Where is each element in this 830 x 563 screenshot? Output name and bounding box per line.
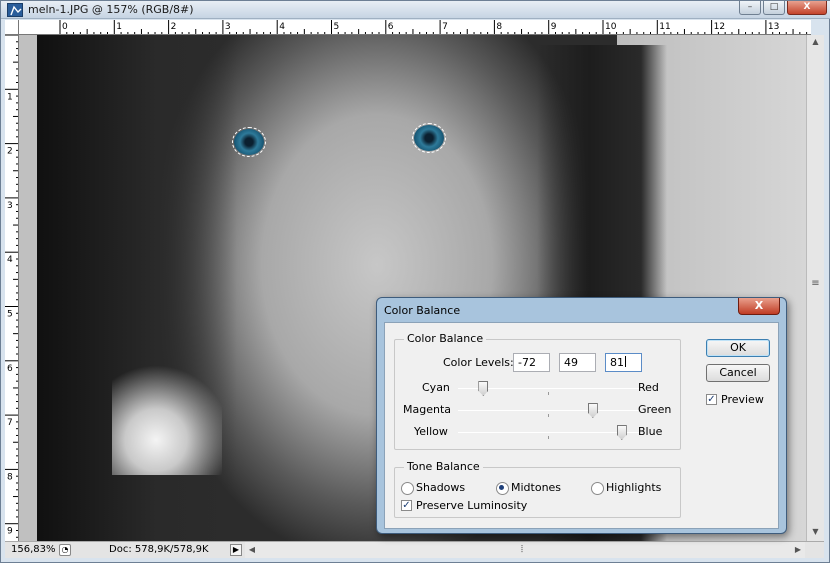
vertical-scrollbar[interactable]: ▲ ≡ ▼ — [806, 35, 824, 541]
yellow-blue-slider-row: Yellow Blue — [395, 422, 682, 442]
scroll-up-icon[interactable]: ▲ — [807, 35, 824, 49]
ruler-label: 4 — [279, 22, 285, 32]
blue-label: Blue — [638, 425, 663, 438]
yellow-blue-track[interactable] — [458, 432, 639, 433]
ruler-label: 13 — [768, 22, 779, 32]
ruler-label: 1 — [7, 92, 13, 102]
cyan-red-slider-thumb[interactable] — [478, 381, 489, 396]
ruler-label: 11 — [659, 22, 670, 32]
cyan-red-slider-row: Cyan Red — [395, 378, 682, 398]
ruler-label: 8 — [496, 22, 502, 32]
maximize-button[interactable]: □ — [763, 1, 785, 15]
ruler-label: 9 — [551, 22, 557, 32]
window-title: meln-1.JPG @ 157% (RGB/8#) — [28, 3, 194, 16]
color-levels-label: Color Levels: — [443, 356, 514, 369]
left-eye-selection — [232, 127, 266, 157]
ruler-label: 12 — [714, 22, 725, 32]
scroll-thumb-icon[interactable]: ≡ — [807, 277, 824, 291]
preview-checkbox[interactable]: ✓ Preview — [706, 393, 764, 406]
red-label: Red — [638, 381, 659, 394]
ok-button[interactable]: OK — [706, 339, 770, 357]
minimize-button[interactable]: – — [739, 1, 761, 15]
ruler-label: 2 — [171, 22, 177, 32]
photoshop-icon — [7, 3, 23, 17]
text-caret — [625, 356, 626, 367]
ruler-label: 10 — [605, 22, 617, 32]
minimize-icon: – — [747, 2, 753, 12]
ruler-label: 3 — [7, 201, 13, 211]
cyan-red-level-field[interactable]: -72 — [513, 353, 550, 372]
ruler-label: 1 — [116, 22, 122, 32]
color-balance-dialog: Color Balance X Color Balance Color Leve… — [376, 297, 787, 534]
h-scroll-thumb-icon[interactable]: ⦙ — [515, 542, 529, 558]
yellow-blue-slider-thumb[interactable] — [616, 425, 627, 440]
title-bar[interactable]: meln-1.JPG @ 157% (RGB/8#) – □ X — [1, 1, 830, 19]
green-label: Green — [638, 403, 672, 416]
ruler-label: 6 — [7, 364, 13, 374]
highlights-radio[interactable]: Highlights — [591, 481, 661, 495]
ruler-label: 0 — [62, 22, 68, 32]
earring-image — [112, 335, 222, 475]
close-icon: X — [803, 2, 811, 12]
preserve-luminosity-checkbox[interactable]: ✓ Preserve Luminosity — [401, 499, 527, 512]
magenta-label: Magenta — [403, 403, 452, 416]
ruler-label: 7 — [442, 22, 448, 32]
magenta-green-track[interactable] — [458, 410, 639, 411]
right-eye-selection — [412, 123, 446, 153]
ruler-label: 8 — [7, 472, 13, 482]
tone-balance-group: Tone Balance Shadows Midtones Highlights… — [394, 460, 681, 518]
ruler-origin[interactable] — [5, 20, 19, 35]
horizontal-scrollbar[interactable]: ◀ ⦙ ▶ — [245, 542, 805, 558]
ruler-label: 5 — [334, 22, 340, 32]
close-window-button[interactable]: X — [787, 1, 827, 15]
magenta-green-slider-thumb[interactable] — [587, 403, 598, 418]
magenta-green-level-field[interactable]: 49 — [559, 353, 596, 372]
status-bar: 156,83% ◔ Doc: 578,9K/578,9K ▶ ◀ ⦙ ▶ — [5, 541, 824, 558]
color-balance-group: Color Balance Color Levels: -72 49 81 Cy… — [394, 332, 682, 450]
checkmark-icon: ✓ — [706, 394, 717, 405]
maximize-icon: □ — [769, 2, 779, 12]
doc-size: Doc: 578,9K/578,9K — [109, 544, 209, 555]
vertical-ruler[interactable]: 1 2 3 4 5 6 7 8 9 — [5, 35, 19, 541]
dialog-close-button[interactable]: X — [738, 298, 780, 315]
scroll-right-icon[interactable]: ▶ — [791, 542, 805, 558]
yellow-blue-level-field[interactable]: 81 — [605, 353, 642, 372]
ruler-label: 6 — [388, 22, 394, 32]
magenta-green-slider-row: Magenta Green — [395, 400, 682, 420]
ruler-label: 4 — [7, 255, 13, 265]
zoom-icon[interactable]: ◔ — [59, 544, 71, 556]
yellow-label: Yellow — [414, 425, 448, 438]
checkmark-icon: ✓ — [401, 500, 412, 511]
tone-balance-group-label: Tone Balance — [404, 460, 483, 473]
ruler-label: 9 — [7, 527, 13, 537]
dialog-title: Color Balance — [384, 304, 461, 317]
shadows-radio[interactable]: Shadows — [401, 481, 465, 495]
scroll-down-icon[interactable]: ▼ — [807, 525, 824, 539]
midtones-radio[interactable]: Midtones — [496, 481, 561, 495]
horizontal-ruler[interactable]: 0 1 2 3 4 5 6 7 8 9 10 11 12 13 — [19, 20, 811, 35]
cancel-button[interactable]: Cancel — [706, 364, 770, 382]
zoom-level[interactable]: 156,83% — [11, 544, 56, 555]
ruler-label: 3 — [225, 22, 231, 32]
ruler-label: 7 — [7, 418, 13, 428]
scroll-left-icon[interactable]: ◀ — [245, 542, 259, 558]
color-balance-group-label: Color Balance — [404, 332, 487, 345]
ruler-label: 2 — [7, 147, 13, 157]
status-menu-arrow-icon[interactable]: ▶ — [230, 544, 242, 556]
cyan-label: Cyan — [422, 381, 450, 394]
ruler-label: 5 — [7, 310, 13, 320]
